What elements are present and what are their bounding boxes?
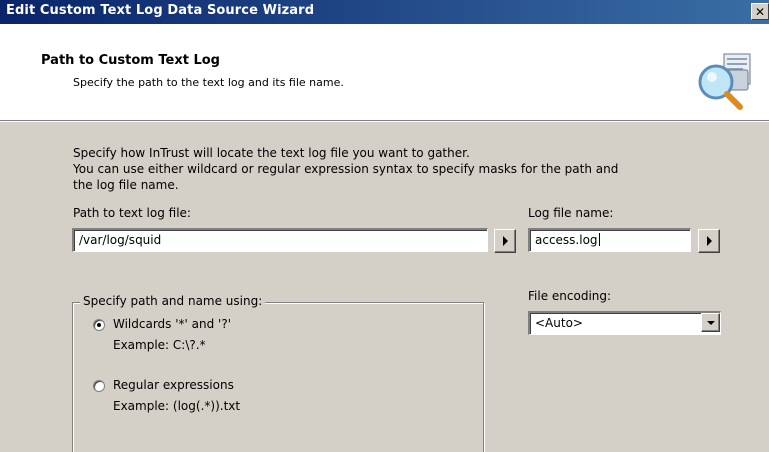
header-separator-highlight <box>0 121 769 122</box>
encoding-label: File encoding: <box>528 289 612 303</box>
close-icon: ✕ <box>754 4 766 19</box>
syntax-group-legend: Specify path and name using: <box>80 294 266 308</box>
arrow-right-icon <box>502 236 508 246</box>
wizard-header: Path to Custom Text Log Specify the path… <box>0 24 769 120</box>
path-input[interactable]: /var/log/squid <box>72 228 488 252</box>
title-bar[interactable]: Edit Custom Text Log Data Source Wizard … <box>0 0 769 24</box>
text-cursor <box>598 233 600 246</box>
close-button[interactable]: ✕ <box>751 3 769 20</box>
window-title: Edit Custom Text Log Data Source Wizard <box>6 3 315 18</box>
wizard-window: Edit Custom Text Log Data Source Wizard … <box>0 0 769 452</box>
encoding-select[interactable]: <Auto> <box>528 311 721 335</box>
radio-selected-dot <box>97 323 101 327</box>
encoding-dropdown-button[interactable] <box>701 313 720 332</box>
wildcards-radio[interactable] <box>93 319 105 331</box>
wildcards-option-label[interactable]: Wildcards '*' and '?' <box>113 317 231 331</box>
regex-example: Example: (log(.*)).txt <box>113 399 241 413</box>
page-subtitle: Specify the path to the text log and its… <box>73 76 344 89</box>
regex-option-label[interactable]: Regular expressions <box>113 378 234 392</box>
intro-line-1: Specify how InTrust will locate the text… <box>73 146 470 160</box>
log-name-input[interactable]: access.log <box>528 228 691 252</box>
log-name-input-value: access.log <box>535 233 598 247</box>
intro-line-3: the log file name. <box>73 178 179 192</box>
path-label: Path to text log file: <box>73 206 191 220</box>
name-insert-button[interactable] <box>698 229 720 253</box>
page-title: Path to Custom Text Log <box>41 53 220 68</box>
chevron-down-icon <box>706 320 715 325</box>
encoding-select-value: <Auto> <box>535 316 583 330</box>
arrow-right-icon <box>706 236 712 246</box>
regex-radio[interactable] <box>93 380 105 392</box>
intro-line-2: You can use either wildcard or regular e… <box>73 162 619 176</box>
path-insert-button[interactable] <box>494 229 516 253</box>
wildcards-example: Example: C:\?.* <box>113 338 206 352</box>
name-label: Log file name: <box>528 206 614 220</box>
path-input-value: /var/log/squid <box>79 233 162 247</box>
log-file-search-icon <box>698 53 751 110</box>
